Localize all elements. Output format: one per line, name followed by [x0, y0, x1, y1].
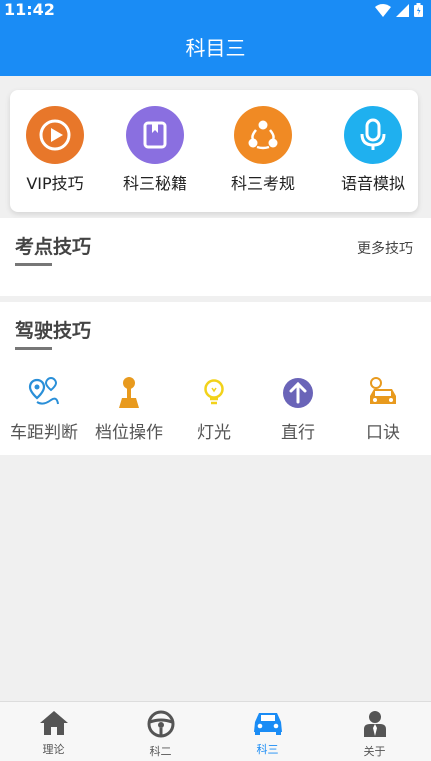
quick-link-exam-rules[interactable]: 科三考规	[218, 106, 308, 194]
play-circle-icon	[26, 106, 84, 164]
app-header: 科目三	[0, 20, 431, 76]
share-icon	[234, 106, 292, 164]
gear-stick-icon	[119, 377, 139, 408]
bottom-tab-bar: 理论 科二 科三 关于	[0, 701, 431, 761]
quick-link-secrets[interactable]: 科三秘籍	[110, 106, 200, 194]
user-icon	[363, 711, 386, 737]
heading-underline	[15, 347, 52, 350]
exam-tips-heading: 考点技巧	[15, 236, 92, 258]
driving-tip-rhymes[interactable]: 口诀	[340, 376, 426, 443]
tab-label: 科三	[256, 743, 279, 756]
quick-links-card: VIP技巧 科三秘籍 科三考规 语音模拟	[10, 90, 418, 212]
driving-tip-label: 灯光	[197, 423, 231, 443]
tab-theory[interactable]: 理论	[0, 702, 107, 761]
driving-tips-heading: 驾驶技巧	[15, 320, 92, 342]
signal-icon	[396, 3, 409, 17]
driving-tip-label: 口诀	[366, 423, 400, 443]
status-icons	[375, 3, 423, 17]
driving-tip-label: 档位操作	[95, 423, 163, 443]
more-tips-link[interactable]: 更多技巧	[357, 238, 413, 258]
page-title: 科目三	[185, 36, 246, 60]
battery-icon	[414, 3, 423, 17]
quick-link-label: VIP技巧	[26, 174, 84, 193]
microphone-icon	[344, 106, 402, 164]
light-bulb-icon	[204, 379, 224, 405]
driving-tips-section: 驾驶技巧 车距判断 档位操作 灯光 直行 口诀	[0, 302, 431, 455]
tab-subject-two[interactable]: 科二	[107, 702, 214, 761]
status-time: 11:42	[4, 0, 55, 19]
driving-tip-label: 车距判断	[10, 423, 78, 443]
quick-link-voice-sim[interactable]: 语音模拟	[328, 106, 418, 194]
tab-about[interactable]: 关于	[321, 702, 428, 761]
location-pins-icon	[28, 376, 59, 405]
home-icon	[39, 711, 68, 735]
book-icon	[126, 106, 184, 164]
tab-label: 科二	[149, 745, 172, 758]
tab-label: 理论	[42, 743, 65, 756]
driving-tip-distance[interactable]: 车距判断	[1, 376, 87, 443]
driving-tip-label: 直行	[281, 423, 315, 443]
quick-link-vip-tips[interactable]: VIP技巧	[10, 106, 100, 194]
tab-label: 关于	[363, 745, 386, 758]
wifi-icon	[375, 3, 391, 17]
driving-tip-lights[interactable]: 灯光	[171, 376, 257, 443]
heading-underline	[15, 263, 52, 266]
quick-link-label: 语音模拟	[340, 174, 405, 193]
quick-link-label: 科三考规	[230, 174, 295, 193]
quick-link-label: 科三秘籍	[122, 174, 187, 193]
arrow-up-icon	[283, 378, 313, 408]
car-icon	[253, 713, 282, 735]
status-bar: 11:42	[0, 0, 431, 20]
exam-tips-section: 考点技巧 更多技巧	[0, 218, 431, 296]
driving-tip-straight[interactable]: 直行	[255, 376, 341, 443]
driving-tip-gear[interactable]: 档位操作	[86, 376, 172, 443]
tab-subject-three[interactable]: 科三	[214, 702, 321, 761]
steering-wheel-icon	[147, 710, 174, 738]
car-icon	[370, 377, 396, 404]
